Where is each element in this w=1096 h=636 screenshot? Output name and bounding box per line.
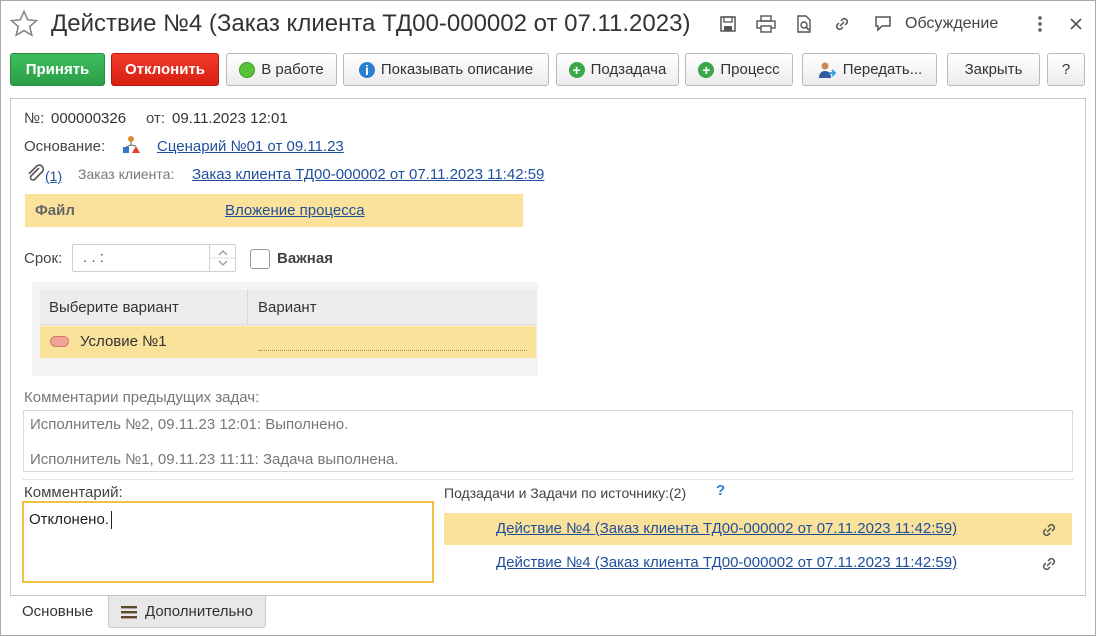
info-icon: i [358,61,375,78]
hamburger-icon [121,605,137,618]
form-panel: №: 000000326 от: 09.11.2023 12:01 Основа… [10,98,1086,596]
important-label: Важная [277,250,333,267]
subtask-button[interactable]: + Подзадача [556,53,679,86]
important-checkbox[interactable] [250,249,270,269]
close-button[interactable]: Закрыть [947,53,1040,86]
grid-header: Выберите вариант Вариант [40,290,536,325]
table-row[interactable]: Условие №1 [40,326,536,358]
discussion-button[interactable]: Обсуждение [905,15,998,33]
customer-order-label: Заказ клиента: [78,166,175,182]
accept-button[interactable]: Принять [10,53,105,86]
status-dot-icon [239,61,256,78]
task-window: Действие №4 (Заказ клиента ТД00-000002 о… [0,0,1096,636]
title-bar: Действие №4 (Заказ клиента ТД00-000002 о… [1,1,1095,47]
show-description-label: Показывать описание [380,61,534,78]
file-row: Файл Вложение процесса [25,194,523,227]
deadline-label: Срок: [24,250,63,267]
close-icon[interactable] [1065,13,1087,35]
date-label: от: [146,110,166,127]
grid-col-choose: Выберите вариант [49,299,179,316]
preview-icon[interactable] [793,13,815,35]
file-link[interactable]: Вложение процесса [225,202,365,219]
print-icon[interactable] [755,13,777,35]
plus-icon: + [568,61,585,78]
number-value: 000000326 [51,110,127,127]
subtask-link-1[interactable]: Действие №4 (Заказ клиента ТД00-000002 о… [496,520,957,537]
link-icon[interactable] [831,13,853,35]
basis-link[interactable]: Сценарий №01 от 09.11.23 [157,138,344,155]
divider [23,479,1073,480]
more-icon[interactable] [1029,13,1051,35]
prev-comment-2: Исполнитель №1, 09.11.23 11:11: Задача в… [30,451,399,468]
attachments-count[interactable]: (1) [45,168,62,184]
date-value: 09.11.2023 12:01 [172,110,288,127]
condition-icon [50,336,69,347]
plus-icon: + [698,61,715,78]
reject-button[interactable]: Отклонить [111,53,219,86]
link-icon[interactable] [1040,521,1058,539]
prev-comments-area[interactable]: Исполнитель №2, 09.11.23 12:01: Выполнен… [23,410,1073,472]
grid-col-divider [247,290,248,325]
transfer-label: Передать... [842,61,923,78]
command-bar: Принять Отклонить В работе i Показывать … [1,53,1095,89]
table-row[interactable]: Действие №4 (Заказ клиента ТД00-000002 о… [444,548,1072,580]
in-progress-button[interactable]: В работе [226,53,337,86]
subtask-label: Подзадача [590,61,667,78]
process-button[interactable]: + Процесс [685,53,793,86]
scenario-icon [123,136,140,153]
deadline-spinner[interactable] [209,245,236,271]
text-cursor [111,511,112,529]
table-row[interactable]: Действие №4 (Заказ клиента ТД00-000002 о… [444,513,1072,545]
prev-comments-label: Комментарии предыдущих задач: [24,389,260,406]
deadline-value: . . : [83,249,104,266]
comment-label: Комментарий: [24,484,123,501]
basis-label: Основание: [24,138,106,155]
link-icon[interactable] [1040,555,1058,573]
discussion-icon[interactable] [873,13,895,35]
prev-comment-1: Исполнитель №2, 09.11.23 12:01: Выполнен… [30,416,349,433]
grid-col-variant: Вариант [258,299,317,316]
deadline-input[interactable]: . . : [72,244,236,272]
tab-additional[interactable]: Дополнительно [108,595,266,628]
variant-grid: Выберите вариант Вариант Условие №1 [32,282,538,376]
grid-row-condition: Условие №1 [80,333,167,350]
window-title: Действие №4 (Заказ клиента ТД00-000002 о… [51,10,691,37]
tab-main[interactable]: Основные [10,595,105,628]
customer-order-link[interactable]: Заказ клиента ТД00-000002 от 07.11.2023 … [192,166,544,183]
subtask-link-2[interactable]: Действие №4 (Заказ клиента ТД00-000002 о… [496,554,957,571]
variant-value-field[interactable] [259,350,527,351]
subtasks-label: Подзадачи и Задачи по источнику:(2) [444,485,687,501]
number-label: №: [24,110,45,127]
star-icon[interactable] [9,9,39,39]
person-arrow-icon [818,62,837,78]
subtasks-help-button[interactable]: ? [716,482,725,499]
save-icon[interactable] [717,13,739,35]
show-description-button[interactable]: i Показывать описание [343,53,549,86]
comment-input[interactable]: Отклонено. [22,501,434,583]
tab-additional-label: Дополнительно [145,603,253,620]
help-button[interactable]: ? [1047,53,1085,86]
comment-value: Отклонено. [29,511,109,528]
in-progress-label: В работе [261,61,324,78]
transfer-button[interactable]: Передать... [802,53,937,86]
paperclip-icon[interactable] [25,164,47,184]
file-label: Файл [35,202,75,219]
process-label: Процесс [720,61,780,78]
